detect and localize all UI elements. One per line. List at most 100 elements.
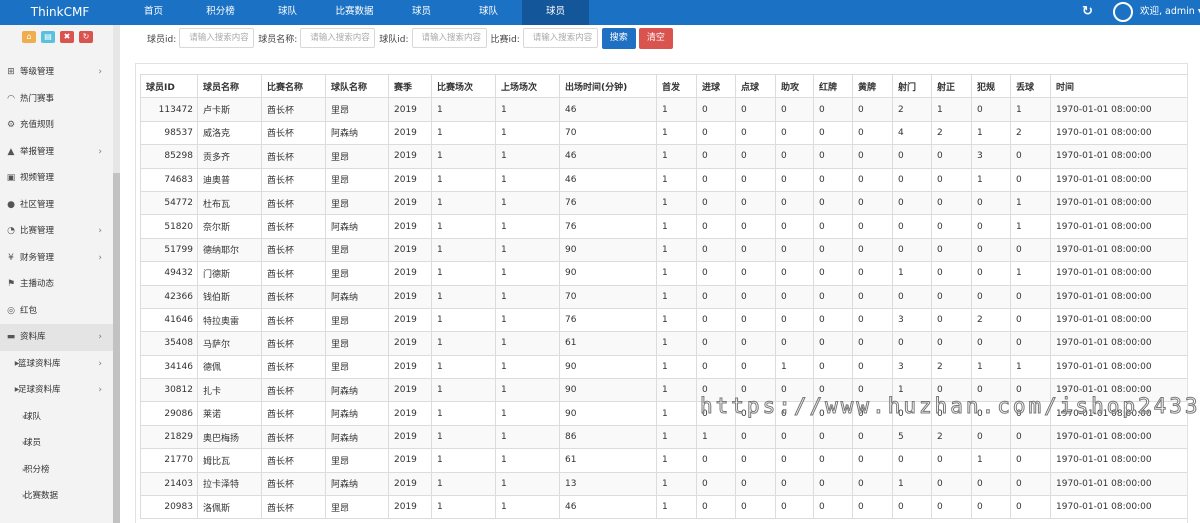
match-id-input[interactable] [522, 28, 598, 48]
player-id-input[interactable] [179, 28, 255, 48]
video-icon: ▣ [6, 173, 16, 183]
table-row[interactable]: 51799 德纳耶尔 酋长杯 里昂 2019 1 1 90 1 0 0 0 0 0 0 0 0 0 1970-01-… [140, 237, 1187, 263]
table-row[interactable]: 113472 卢卡斯 酋长杯 里昂 2019 1 1 46 1 0 0 0 0 0 2 1 0 1 1970-01-… [140, 97, 1187, 122]
table-row[interactable]: 74683 迪奥普 酋长杯 里昂 2019 1 1 46 1 0 0 0 0 0 0 0 1 0 1970-01-0… [140, 167, 1187, 192]
table-row[interactable]: 21770 姆比瓦 酋长杯 里昂 2019 1 1 61 1 0 0 0 0 0 0 0 1 0 1970-01-0… [140, 448, 1187, 473]
avatar[interactable] [1113, 2, 1133, 22]
sidebar-item-9[interactable]: ◎ 红包 [0, 298, 113, 325]
column-header[interactable]: 上场场次 [495, 73, 560, 99]
column-header[interactable]: 比赛场次 [431, 73, 496, 99]
table-header: 球员ID 球员名称 比赛名称 球队名称 赛季 比赛场次 上场场次 出场时间(分钟) 首发 进球 点球… [140, 73, 1187, 99]
nav-item-3[interactable]: 比赛数据 [321, 0, 388, 25]
home-icon[interactable]: ⌂ [22, 31, 36, 43]
column-header[interactable]: 球队名称 [325, 73, 389, 99]
sidebar-item-13[interactable]: » 球队 [0, 404, 113, 431]
sidebar-item-12[interactable]: ▶ 足球资料库 › [0, 377, 113, 404]
table-cell: 0 [931, 307, 972, 333]
team-id-input[interactable] [411, 28, 487, 48]
column-header[interactable]: 球员名称 [197, 73, 262, 99]
column-header[interactable]: 比赛名称 [261, 73, 326, 99]
column-header[interactable]: 球员ID [140, 73, 198, 99]
table-row[interactable]: 21829 奥巴梅扬 酋长杯 阿森纳 2019 1 1 86 1 1 0 0 0 0 5 2 0 0 1970-01… [140, 424, 1187, 450]
sidebar-item-15[interactable]: » 积分榜 [0, 457, 113, 484]
table-row[interactable]: 54772 杜布瓦 酋长杯 里昂 2019 1 1 76 1 0 0 0 0 0 0 0 0 1 1970-01-0… [140, 190, 1187, 216]
column-header[interactable]: 黄牌 [852, 73, 893, 99]
table-cell: 0 [735, 97, 776, 122]
column-header[interactable]: 射正 [931, 73, 972, 99]
table-row[interactable]: 35408 马萨尔 酋长杯 里昂 2019 1 1 61 1 0 0 0 0 0 0 0 0 0 1970-01-0… [140, 331, 1187, 356]
column-header[interactable]: 时间 [1050, 73, 1187, 99]
column-header[interactable]: 首发 [656, 73, 697, 99]
player-name-input[interactable] [300, 28, 376, 48]
table-cell: 0 [1010, 237, 1051, 263]
table-row[interactable]: 42366 钱伯斯 酋长杯 阿森纳 2019 1 1 70 1 0 0 0 0 0 0 0 0 0 1970-01-… [140, 284, 1187, 309]
column-header[interactable]: 丢球 [1010, 73, 1051, 99]
table-row[interactable]: 98537 威洛克 酋长杯 阿森纳 2019 1 1 70 1 0 0 0 0 0 4 2 1 2 1970-01-… [140, 120, 1187, 146]
sidebar-item-5[interactable]: ● 社区管理 [0, 192, 113, 219]
nav-item-4[interactable]: 球员 [388, 0, 455, 25]
table-row[interactable]: 41646 特拉奥雷 酋长杯 里昂 2019 1 1 76 1 0 0 0 0 0 3 0 2 0 1970-01-… [140, 307, 1187, 333]
table-cell: 1970-01-01 08:00:00 [1050, 214, 1187, 239]
table-row[interactable]: 51820 奈尔斯 酋长杯 阿森纳 2019 1 1 76 1 0 0 0 0 0 0 0 0 1 1970-01-… [140, 214, 1187, 239]
table-cell: 0 [852, 471, 893, 497]
table-row[interactable]: 30812 扎卡 酋长杯 阿森纳 2019 1 1 90 1 0 0 0 0 0 1 0 0 0 1970-01-0… [140, 378, 1187, 403]
table-row[interactable]: 34146 德佩 酋长杯 里昂 2019 1 1 90 1 0 0 1 0 0 3 2 1 1 1970-01-01… [140, 354, 1187, 380]
column-header[interactable]: 点球 [735, 73, 776, 99]
column-header[interactable]: 出场时间(分钟) [559, 73, 657, 99]
table-cell: 0 [971, 471, 1011, 497]
table-cell: 0 [813, 190, 853, 216]
column-header[interactable]: 进球 [696, 73, 736, 99]
table-cell: 1 [495, 424, 560, 450]
nav-item-5[interactable]: 球队 [455, 0, 522, 25]
table-cell: 0 [813, 214, 853, 239]
column-header[interactable]: 犯规 [971, 73, 1011, 99]
table-row[interactable]: 49432 门德斯 酋长杯 里昂 2019 1 1 90 1 0 0 0 0 0 1 0 0 1 1970-01-0… [140, 261, 1187, 286]
sidebar-item-4[interactable]: ▣ 视频管理 [0, 165, 113, 192]
table-cell: 1 [495, 97, 560, 122]
table-cell: 2019 [388, 261, 432, 286]
table-row[interactable]: 29086 莱诺 酋长杯 阿森纳 2019 1 1 90 1 0 0 0 0 0 0 0 0 0 1970-01-0… [140, 401, 1187, 426]
sidebar-item-16[interactable]: » 比赛数据 [0, 483, 113, 510]
table-cell: 扎卡 [197, 378, 262, 403]
sidebar-item-8[interactable]: ⚑ 主播动态 [0, 271, 113, 298]
table-cell: 0 [852, 120, 893, 146]
refresh-icon[interactable]: ↻ [79, 31, 93, 43]
nav-item-1[interactable]: 积分榜 [187, 0, 254, 25]
table-cell: 2019 [388, 214, 432, 239]
table-cell: 阿森纳 [325, 378, 389, 403]
column-header[interactable]: 红牌 [813, 73, 853, 99]
sidebar-item-6[interactable]: ◔ 比赛管理 › [0, 218, 113, 245]
sidebar-item-2[interactable]: ⚙ 充值规则 [0, 112, 113, 139]
sidebar-item-11[interactable]: ▶ 篮球资料库 › [0, 351, 113, 378]
table-row[interactable]: 85298 贡多齐 酋长杯 里昂 2019 1 1 46 1 0 0 0 0 0 0 0 3 0 1970-01-0… [140, 144, 1187, 169]
table-row[interactable]: 20983 洛佩斯 酋长杯 里昂 2019 1 1 46 1 0 0 0 0 0 0 0 0 0 1970-01-0… [140, 495, 1187, 520]
sidebar-item-7[interactable]: ¥ 财务管理 › [0, 245, 113, 272]
sidebar-item-0[interactable]: ⊞ 等级管理 › [0, 59, 113, 86]
table-cell: 49432 [140, 261, 198, 286]
sidebar-item-1[interactable]: ◠ 热门赛事 [0, 86, 113, 113]
table-cell: 0 [813, 471, 853, 497]
nav-item-6[interactable]: 球员 [522, 0, 589, 25]
column-header[interactable]: 赛季 [388, 73, 432, 99]
table-cell: 0 [852, 284, 893, 309]
file-icon[interactable]: ▤ [41, 31, 55, 43]
table-cell: 0 [735, 448, 776, 473]
column-header[interactable]: 射门 [892, 73, 932, 99]
sidebar-scrollbar-thumb[interactable] [113, 173, 120, 523]
refresh-icon[interactable]: ↻ [1082, 0, 1093, 25]
table-row[interactable]: 21403 拉卡泽特 酋长杯 阿森纳 2019 1 1 13 1 0 0 0 0 0 1 0 0 0 1970-01… [140, 471, 1187, 497]
trash-icon[interactable]: ✖ [60, 31, 74, 43]
column-header[interactable]: 助攻 [775, 73, 814, 99]
user-menu[interactable]: 欢迎, admin ▾ [1140, 0, 1200, 25]
clear-button[interactable]: 清空 [638, 27, 673, 49]
table-cell: 0 [931, 167, 972, 192]
table-cell: 2 [892, 97, 932, 122]
table-cell: 1970-01-01 08:00:00 [1050, 237, 1187, 263]
nav-item-2[interactable]: 球队 [254, 0, 321, 25]
sidebar-item-3[interactable]: ▲ 举报管理 › [0, 139, 113, 166]
sidebar-item-14[interactable]: » 球员 [0, 430, 113, 457]
sidebar-item-10[interactable]: ▬ 资料库 › [0, 324, 113, 351]
brand-logo[interactable]: ThinkCMF [0, 0, 120, 25]
search-button[interactable]: 搜索 [601, 27, 636, 49]
nav-item-0[interactable]: 首页 [120, 0, 187, 25]
